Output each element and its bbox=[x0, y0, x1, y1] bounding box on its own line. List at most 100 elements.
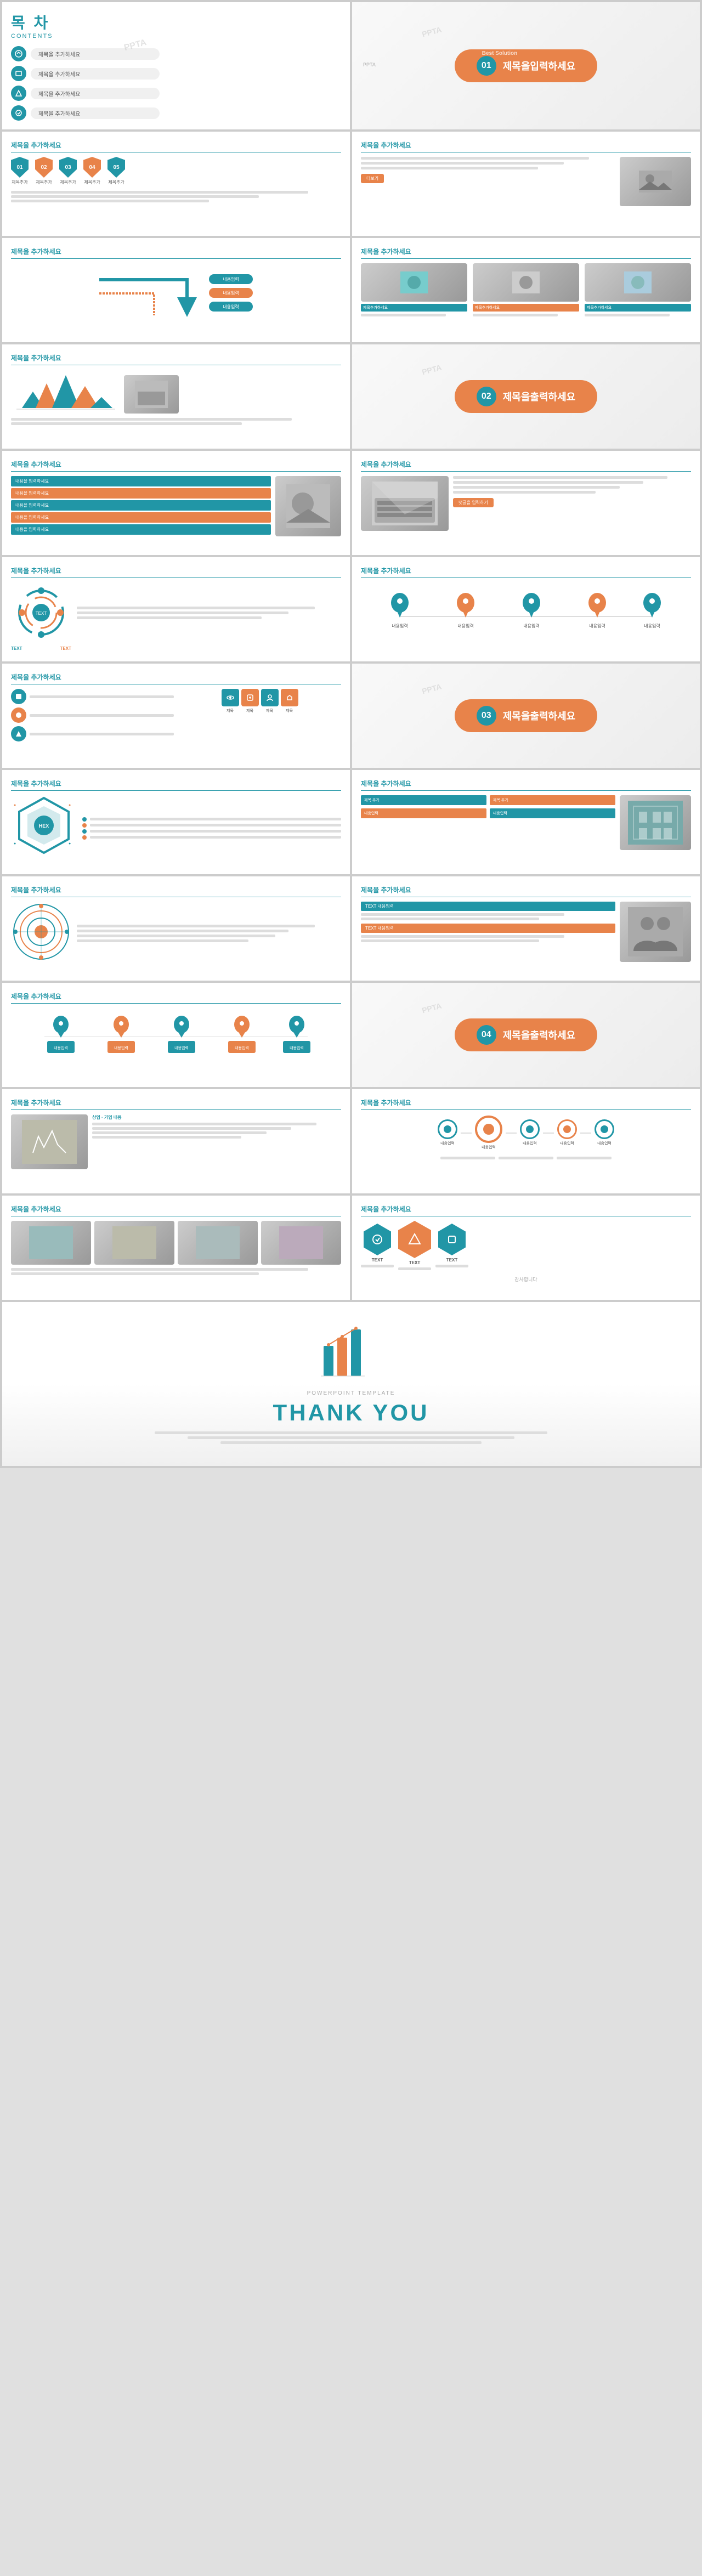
svg-text:내용입력: 내용입력 bbox=[223, 290, 239, 296]
thanks-chart-icon bbox=[24, 1324, 678, 1382]
tri-image bbox=[124, 375, 179, 414]
circle-item-2: 제목추가하세요 bbox=[473, 263, 579, 316]
contents-items: 제목을 추가하세요 제목을 추가하세요 제목을 추가하세요 bbox=[11, 46, 160, 121]
svg-text:내용입력: 내용입력 bbox=[523, 623, 539, 629]
contents-item-4: 제목을 추가하세요 bbox=[11, 105, 160, 121]
triangle-chart bbox=[11, 370, 341, 414]
section-02-text: 제목을출력하세요 bbox=[503, 389, 575, 404]
build-box-3: 내용입력 bbox=[361, 808, 486, 818]
icon-text-3 bbox=[30, 733, 174, 735]
slide-title-loc: 제목을 추가하세요 bbox=[11, 992, 341, 1004]
blue-row-3: 내용을 입력하세요 bbox=[11, 524, 271, 535]
contents-english-title: CONTENTS bbox=[11, 33, 160, 39]
section-03-text: 제목을출력하세요 bbox=[503, 709, 575, 723]
hex-graphic: HEX ● ● ● ● bbox=[11, 795, 77, 861]
circle-cap-3: 제목추가하세요 bbox=[585, 304, 691, 312]
watermark-4: PPTA bbox=[421, 682, 442, 696]
kb-btn[interactable]: 댓글을 입력하기 bbox=[453, 498, 494, 507]
section-01-banner: 01 Best Solution 제목을입력하세요 bbox=[455, 49, 597, 82]
text-l1 bbox=[361, 157, 589, 160]
svg-text:내용입력: 내용입력 bbox=[589, 623, 605, 629]
slide-arrows: 제목을 추가하세요 내용입력 내용입력 내용입력 bbox=[2, 238, 350, 342]
slide-title-arrows: 제목을 추가하세요 bbox=[11, 247, 341, 259]
icons-content: 제목 제목 제목 bbox=[11, 689, 341, 741]
build-box-1: 제목 추가 bbox=[361, 795, 486, 805]
slide-title-tri: 제목을 추가하세요 bbox=[11, 353, 341, 365]
slide-title-bld: 제목을 추가하세요 bbox=[361, 779, 691, 791]
text-line-3 bbox=[11, 200, 209, 202]
image-placeholder bbox=[620, 157, 691, 206]
eye-circle-3 bbox=[520, 1119, 540, 1139]
eye-pupil-1 bbox=[444, 1125, 451, 1133]
tri-text-block bbox=[11, 418, 341, 425]
eye-item-2: 내용입력 bbox=[475, 1116, 502, 1150]
shield-row: 01 제목추가 02 제목추가 03 제목추가 04 제목추가 05 제목추 bbox=[11, 157, 125, 185]
svg-text:내용입력: 내용입력 bbox=[174, 1045, 189, 1050]
flow-t3 bbox=[77, 616, 262, 619]
page-grid: 목 차 CONTENTS 제목을 추가하세요 제목을 추가하세요 bbox=[0, 0, 702, 1468]
wr-t4 bbox=[92, 1136, 241, 1139]
hti-3 bbox=[438, 1224, 466, 1255]
team-t3 bbox=[361, 935, 564, 938]
icon-circle-3 bbox=[11, 726, 26, 741]
contents-item-2: 제목을 추가하세요 bbox=[11, 66, 160, 81]
hex-bottom-label: 감사합니다 bbox=[361, 1276, 691, 1283]
writing-content: 상업 · 기업 내용 bbox=[11, 1114, 341, 1169]
orange-btn: 더보기 bbox=[361, 174, 384, 183]
section-03-slide: 03 제목을출력하세요 PPTA bbox=[352, 664, 700, 768]
eye-pupil-4 bbox=[563, 1125, 571, 1133]
icon-b3 bbox=[261, 689, 279, 706]
circle-img-2 bbox=[473, 263, 579, 302]
photo-3 bbox=[178, 1221, 258, 1265]
flow-t1 bbox=[77, 607, 315, 609]
contents-item-text-2: 제목을 추가하세요 bbox=[31, 68, 160, 80]
slide-title-circ: 제목을 추가하세요 bbox=[11, 566, 341, 578]
build-row-2: 내용입력 내용입력 bbox=[361, 808, 615, 818]
slide-title-team: 제목을 추가하세요 bbox=[361, 885, 691, 897]
writing-subtitle: 상업 · 기업 내용 bbox=[92, 1114, 341, 1120]
slide-team: 제목을 추가하세요 TEXT 내용입력 TEXT 내용입력 bbox=[352, 876, 700, 981]
slide-title-eye: 제목을 추가하세요 bbox=[361, 1098, 691, 1110]
svg-text:HEX: HEX bbox=[39, 823, 49, 829]
shield-item-5: 05 제목추가 bbox=[107, 157, 125, 185]
eye-connector-1 bbox=[461, 1133, 472, 1134]
slide-image-right: 제목을 추가하세요 더보기 bbox=[352, 132, 700, 236]
eye-tb-3 bbox=[557, 1157, 612, 1159]
eye-item-3: 내용입력 bbox=[520, 1119, 540, 1146]
team-t4 bbox=[361, 939, 539, 942]
icon-text-2 bbox=[30, 714, 174, 717]
hex-dot-4 bbox=[82, 835, 341, 840]
watermark-3: PPTA bbox=[421, 363, 442, 377]
shield-item-2: 02 제목추가 bbox=[35, 157, 53, 185]
photo-text bbox=[11, 1268, 341, 1275]
slide-title-circles: 제목을 추가하세요 bbox=[361, 247, 691, 259]
slide-writing: 제목을 추가하세요 상업 · 기업 내용 bbox=[2, 1089, 350, 1193]
location-content: 내용입력 내용입력 내용입력 bbox=[11, 1009, 341, 1069]
section-02-number: 02 bbox=[477, 387, 496, 406]
keyboard-text: 댓글을 입력하기 bbox=[453, 476, 691, 531]
flow-text bbox=[77, 607, 341, 619]
eye-label-1: 내용입력 bbox=[440, 1141, 455, 1146]
svg-text:내용입력: 내용입력 bbox=[235, 1045, 249, 1050]
eye-circle-5 bbox=[595, 1119, 614, 1139]
kb-text-4 bbox=[453, 491, 596, 494]
hex-t-label-2: TEXT bbox=[409, 1260, 420, 1265]
hex-items-row: TEXT TEXT TEXT bbox=[361, 1221, 691, 1270]
tgt-t4 bbox=[77, 939, 248, 942]
writing-text: 상업 · 기업 내용 bbox=[92, 1114, 341, 1169]
section-01-slide: PPTA 01 Best Solution 제목을입력하세요 PPTA bbox=[352, 2, 700, 129]
hex-bottom-text: 감사합니다 bbox=[361, 1276, 691, 1283]
shield-item-3: 03 제목추가 bbox=[59, 157, 77, 185]
tri-text-2 bbox=[11, 422, 242, 425]
section-04-number: 04 bbox=[477, 1025, 496, 1045]
section-02-slide: 02 제목을출력하세요 PPTA bbox=[352, 344, 700, 449]
hex-text-list bbox=[82, 816, 341, 841]
slide-steps-row: 제목을 추가하세요 01 제목추가 02 제목추가 03 제목추가 04 제 bbox=[2, 132, 350, 236]
text-label-left: TEXT bbox=[11, 646, 22, 651]
team-box-1: TEXT 내용입력 bbox=[361, 902, 615, 911]
orange-row-2: 내용을 입력하세요 bbox=[11, 512, 271, 523]
hex-t-label-1: TEXT bbox=[372, 1258, 383, 1262]
shield-label-3: 제목추가 bbox=[60, 179, 76, 185]
build-box-4: 내용입력 bbox=[490, 808, 615, 818]
hti-2 bbox=[398, 1221, 431, 1258]
